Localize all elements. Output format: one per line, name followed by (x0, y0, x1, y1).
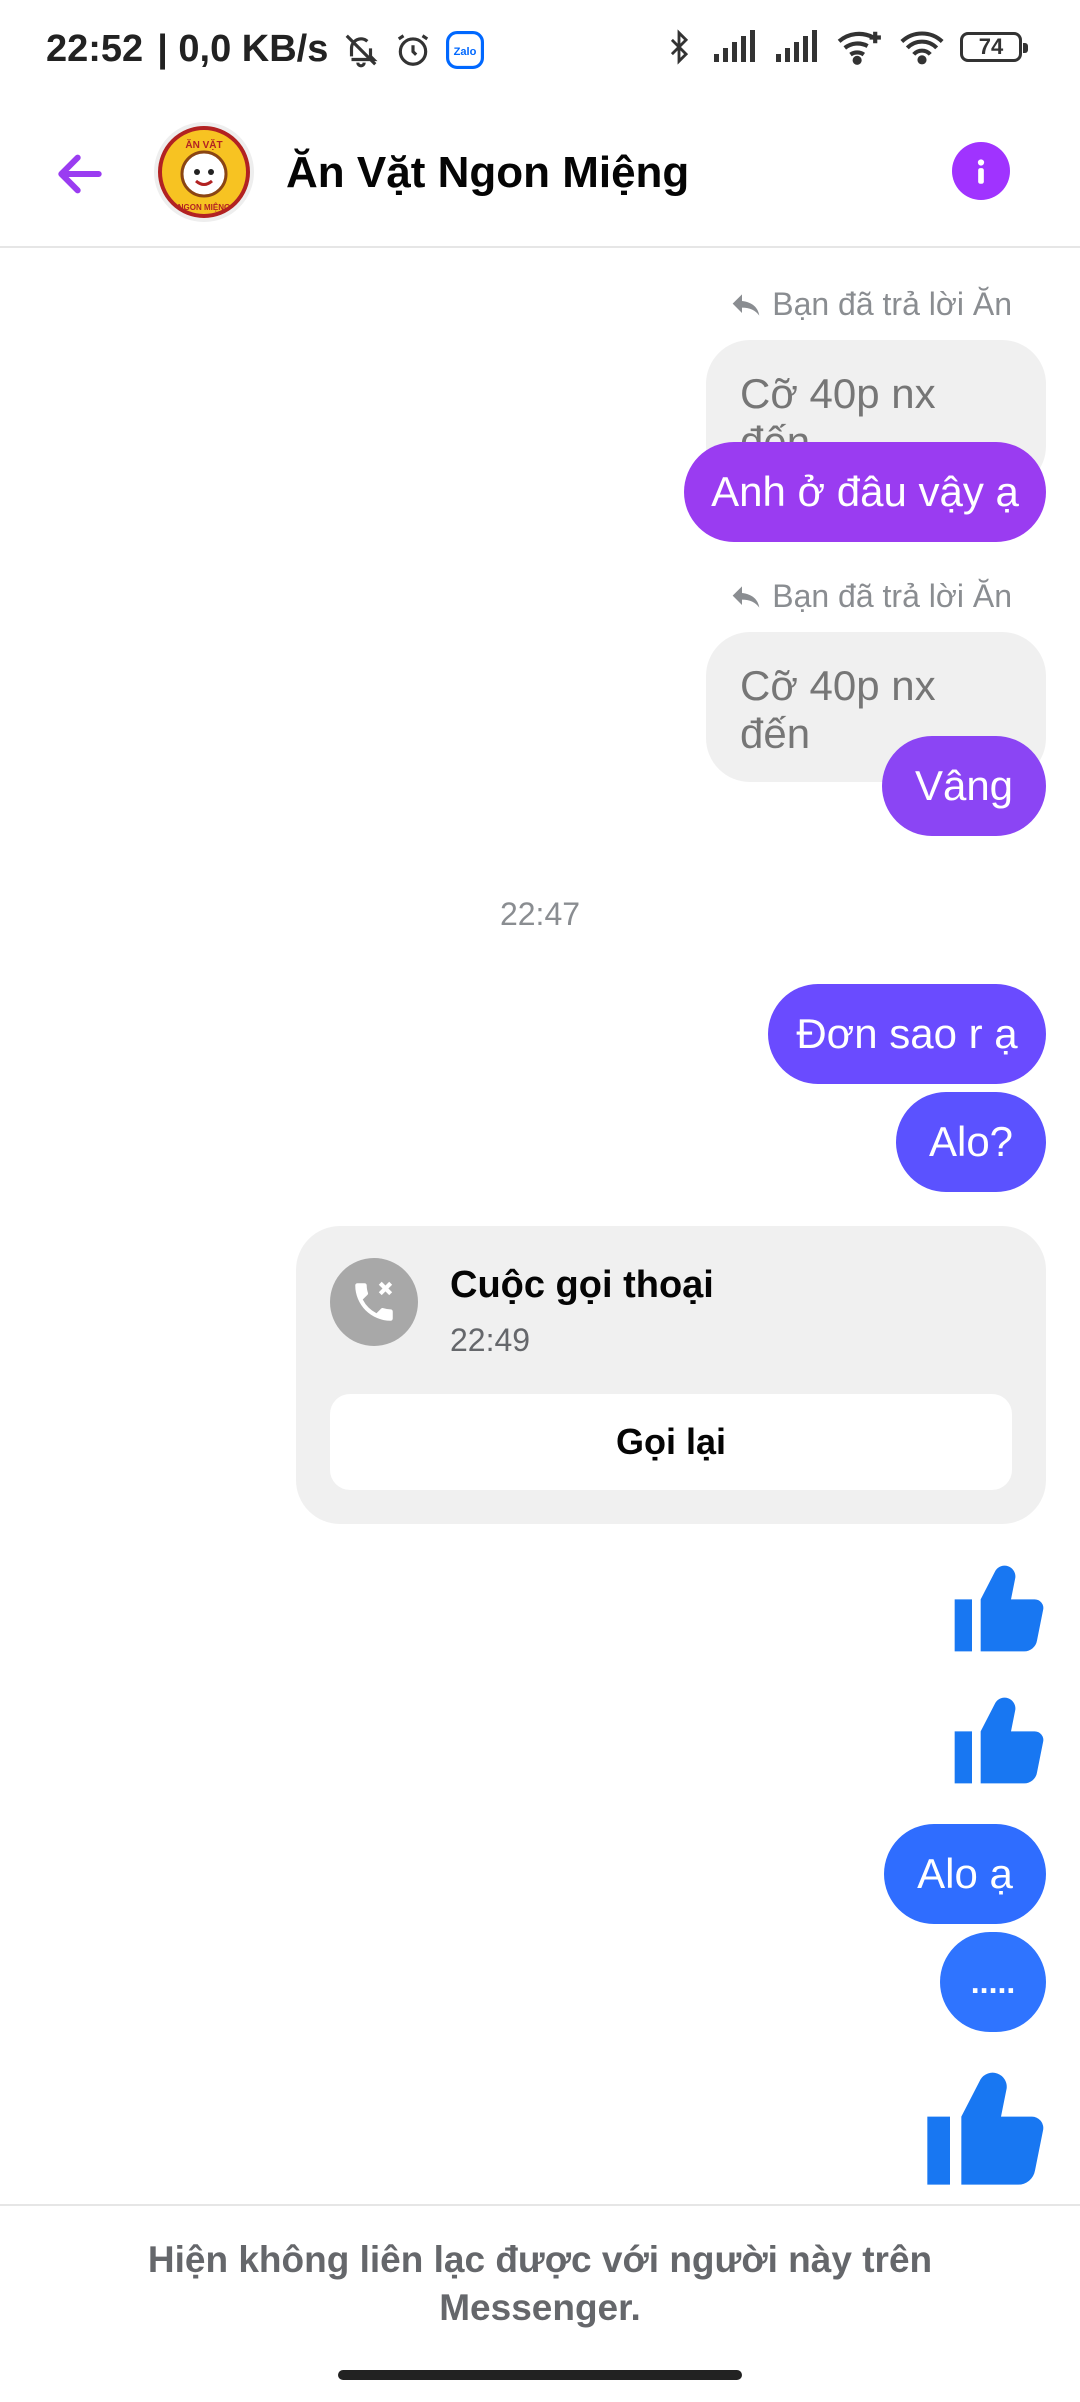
reply-note: Bạn đã trả lời Ăn (730, 578, 1012, 615)
status-time: 22:52 (46, 28, 144, 70)
big-like-icon[interactable] (916, 2060, 1052, 2196)
reply-note-text: Bạn đã trả lời Ăn (772, 578, 1012, 614)
reply-note: Bạn đã trả lời Ăn (730, 286, 1012, 323)
bluetooth-icon (662, 28, 696, 66)
outgoing-message[interactable]: Alo ạ (884, 1824, 1046, 1924)
status-left: 22:52 | 0,0 KB/s Zalo (46, 28, 485, 71)
bell-off-icon (342, 31, 380, 69)
outgoing-message[interactable]: Đơn sao r ạ (768, 984, 1046, 1084)
timestamp: 22:47 (499, 896, 581, 932)
status-network-speed: | 0,0 KB/s (157, 28, 329, 70)
reply-note-text: Bạn đã trả lời Ăn (772, 286, 1012, 322)
logo-text-top: ĂN VẶT (185, 138, 222, 151)
shop-logo-icon: ĂN VẶT NGON MIỆNG (158, 126, 250, 218)
battery-icon: 74 (960, 32, 1028, 62)
logo-text-bottom: NGON MIỆNG (178, 203, 230, 212)
reply-icon (732, 585, 760, 608)
signal-icon-1 (712, 30, 758, 64)
info-icon (977, 159, 985, 184)
missed-call-card: Cuộc gọi thoại 22:49 Gọi lại (296, 1226, 1046, 1524)
info-button[interactable] (952, 142, 1010, 200)
status-bar: 22:52 | 0,0 KB/s Zalo 74 (0, 0, 1080, 100)
signal-icon-2 (774, 30, 820, 64)
zalo-label: Zalo (454, 45, 477, 57)
conversation-title[interactable]: Ăn Vặt Ngon Miệng (286, 148, 689, 198)
status-right: 74 (662, 28, 1028, 66)
outgoing-message[interactable]: Vâng (882, 736, 1046, 836)
reply-icon (732, 293, 760, 316)
call-time: 22:49 (450, 1322, 531, 1358)
outgoing-message[interactable]: Alo? (896, 1092, 1046, 1192)
back-button[interactable] (44, 138, 116, 210)
wifi-plus-icon (836, 28, 884, 66)
zalo-icon: Zalo (446, 30, 485, 69)
arrow-left-icon (58, 154, 102, 194)
unavailable-notice: Hiện không liên lạc được với người này t… (147, 2239, 933, 2328)
call-back-button[interactable]: Gọi lại (330, 1394, 1012, 1490)
home-indicator[interactable] (338, 2370, 742, 2380)
outgoing-message[interactable]: ..... (940, 1932, 1046, 2032)
alarm-icon (394, 31, 432, 69)
missed-call-icon (330, 1258, 418, 1346)
like-icon[interactable] (946, 1556, 1050, 1660)
avatar[interactable]: ĂN VẶT NGON MIỆNG (154, 122, 254, 222)
outgoing-message[interactable]: Anh ở đâu vậy ạ (684, 442, 1046, 542)
call-title: Cuộc gọi thoại (450, 1264, 714, 1306)
wifi-icon (900, 28, 944, 66)
like-icon[interactable] (946, 1688, 1050, 1792)
conversation-header: ĂN VẶT NGON MIỆNG Ăn Vặt Ngon Miệng (0, 100, 1080, 248)
